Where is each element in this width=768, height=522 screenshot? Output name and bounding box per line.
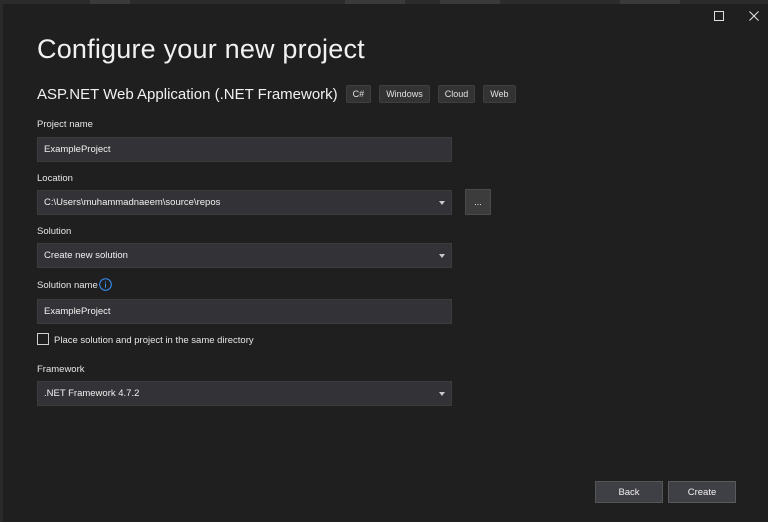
location-label: Location xyxy=(37,173,73,184)
framework-dropdown[interactable]: .NET Framework 4.7.2 xyxy=(37,381,452,406)
tag-cloud: Cloud xyxy=(437,85,476,103)
window-left-edge xyxy=(0,4,3,522)
title-bar-segment xyxy=(440,0,500,4)
template-name: ASP.NET Web Application (.NET Framework) xyxy=(37,85,338,103)
solution-name-value: ExampleProject xyxy=(44,306,111,317)
project-name-label: Project name xyxy=(37,119,93,130)
same-directory-label[interactable]: Place solution and project in the same d… xyxy=(54,335,254,346)
tag-platform: Windows xyxy=(379,85,430,103)
create-button[interactable]: Create xyxy=(668,481,736,503)
project-name-input[interactable]: ExampleProject xyxy=(37,137,452,162)
browse-button[interactable]: ... xyxy=(465,189,491,215)
chevron-down-icon[interactable] xyxy=(438,244,446,267)
project-name-value: ExampleProject xyxy=(44,144,111,155)
back-button[interactable]: Back xyxy=(595,481,663,503)
maximize-button[interactable] xyxy=(707,6,731,26)
solution-name-label: Solution name xyxy=(37,280,98,291)
framework-label: Framework xyxy=(37,364,85,375)
title-bar-segment xyxy=(90,0,130,4)
info-icon[interactable] xyxy=(99,278,112,291)
page-title: Configure your new project xyxy=(37,34,365,64)
tag-language: C# xyxy=(345,85,372,103)
title-bar-segment xyxy=(620,0,680,4)
solution-label: Solution xyxy=(37,226,72,237)
location-value: C:\Users\muhammadnaeem\source\repos xyxy=(44,197,221,208)
solution-value: Create new solution xyxy=(44,250,128,261)
close-icon xyxy=(749,11,759,21)
chevron-down-icon[interactable] xyxy=(438,191,446,214)
solution-dropdown[interactable]: Create new solution xyxy=(37,243,452,268)
chevron-down-icon[interactable] xyxy=(438,382,446,405)
same-directory-checkbox[interactable] xyxy=(37,333,49,345)
title-bar-strip xyxy=(0,0,768,4)
maximize-icon xyxy=(714,11,724,21)
close-button[interactable] xyxy=(742,6,766,26)
framework-value: .NET Framework 4.7.2 xyxy=(44,388,140,399)
solution-name-input[interactable]: ExampleProject xyxy=(37,299,452,324)
title-bar-segment xyxy=(345,0,405,4)
tag-web: Web xyxy=(483,85,516,103)
location-combobox[interactable]: C:\Users\muhammadnaeem\source\repos xyxy=(37,190,452,215)
template-header: ASP.NET Web Application (.NET Framework)… xyxy=(37,84,516,104)
